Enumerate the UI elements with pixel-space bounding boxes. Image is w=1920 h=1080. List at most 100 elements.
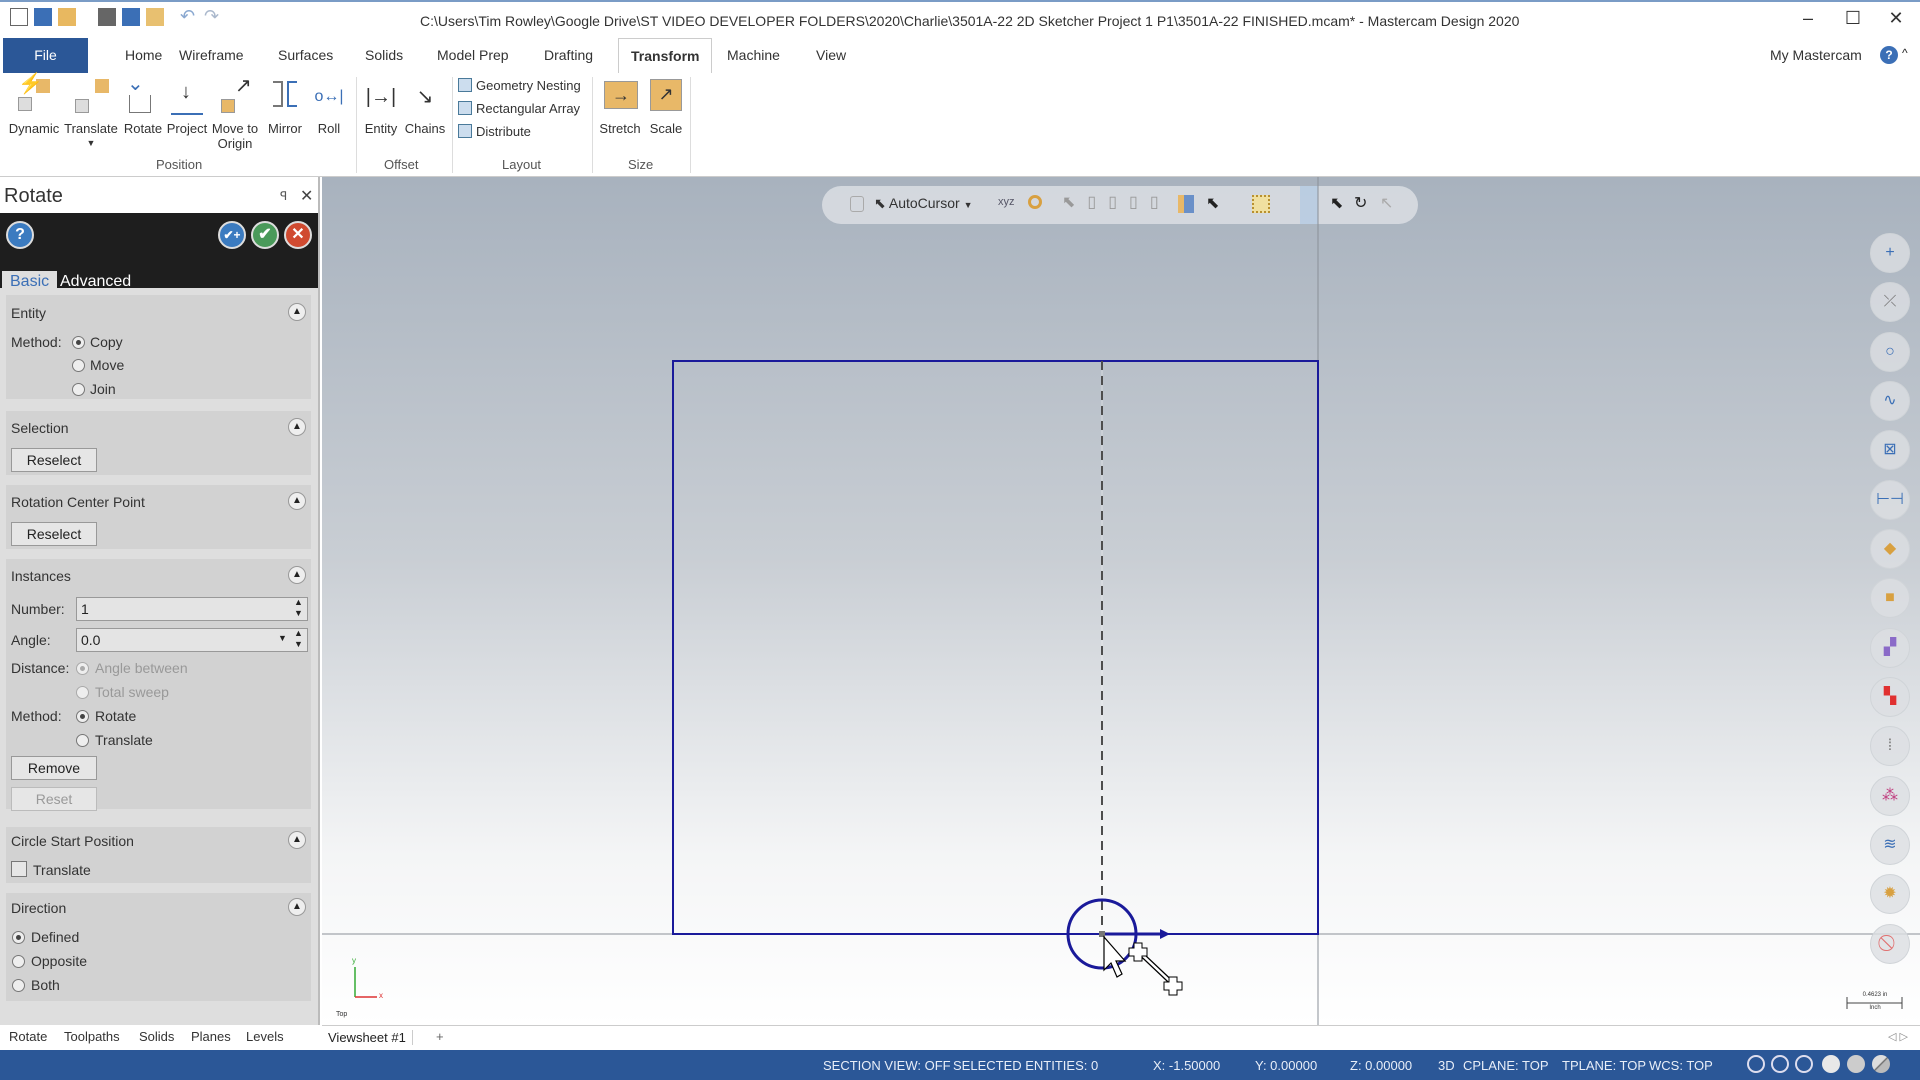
layers-icon[interactable]: ≋ [1870, 825, 1910, 865]
reselect-selection-button[interactable]: Reselect [11, 448, 97, 472]
dropdown-arrow-icon[interactable]: ▼ [62, 136, 120, 151]
collapse-icon[interactable]: ▲ [288, 898, 306, 916]
rectangle-geometry[interactable] [672, 360, 1319, 935]
ok-and-create-new-button[interactable]: ✔+ [218, 221, 246, 249]
collapse-icon[interactable]: ▲ [288, 303, 306, 321]
rotate-button[interactable]: ⌄ Rotate [120, 74, 166, 136]
tab-solids[interactable]: Solids [353, 38, 415, 73]
shaded-icon[interactable] [1822, 1055, 1840, 1073]
clear-icon[interactable]: ⃠ [1870, 924, 1910, 964]
collapse-icon[interactable]: ▲ [288, 566, 306, 584]
tab-wireframe[interactable]: Wireframe [167, 38, 256, 73]
radio-rotate[interactable] [76, 710, 89, 723]
translucency-icon[interactable] [1872, 1055, 1890, 1073]
project-button[interactable]: ↓ Project [166, 77, 208, 136]
distribute-button[interactable]: Distribute [458, 122, 531, 142]
save-as-icon[interactable] [122, 8, 140, 26]
surface-icon[interactable]: ⊠ [1870, 430, 1910, 470]
ok-button[interactable]: ✔ [251, 221, 279, 249]
shaded-edges-icon[interactable] [1847, 1055, 1865, 1073]
radio-both[interactable] [12, 979, 25, 992]
radio-total-sweep[interactable] [76, 686, 89, 699]
add-viewsheet-button[interactable]: + [436, 1029, 444, 1044]
radio-move[interactable] [72, 359, 85, 372]
settings-icon[interactable]: ✹ [1870, 874, 1910, 914]
radio-translate[interactable] [76, 734, 89, 747]
help-icon[interactable]: ? [1880, 46, 1898, 64]
solid-icon[interactable]: ◆ [1870, 529, 1910, 569]
undo-icon[interactable]: ↶ [180, 6, 195, 27]
tplane-status[interactable]: TPLANE: TOP [1562, 1058, 1646, 1073]
angle-input[interactable]: 0.0 [76, 628, 308, 652]
add-point-icon[interactable]: + [1870, 233, 1910, 273]
circle-icon[interactable]: ○ [1870, 332, 1910, 372]
manager-tab-planes[interactable]: Planes [191, 1029, 231, 1044]
tab-model-prep[interactable]: Model Prep [425, 38, 521, 73]
hidden-line-icon[interactable] [1771, 1055, 1789, 1073]
translate-button[interactable]: Translate ▼ [62, 77, 120, 151]
points-style-icon[interactable]: ⁂ [1870, 776, 1910, 816]
panel-close-button[interactable]: ✕ [300, 186, 313, 206]
radio-angle-between[interactable] [76, 662, 89, 675]
number-spinner-icon[interactable]: ▲ ▼ [294, 597, 303, 619]
collapse-icon[interactable]: ▲ [288, 831, 306, 849]
roll-button[interactable]: o↔| Roll [308, 77, 350, 136]
line-icon[interactable]: ⤫ [1870, 282, 1910, 322]
shaded-outline-icon[interactable] [1795, 1055, 1813, 1073]
dimension-icon[interactable]: ⊢⊣ [1870, 480, 1910, 520]
tab-home[interactable]: Home [113, 38, 174, 73]
translate-checkbox[interactable] [11, 861, 27, 877]
collapse-icon[interactable]: ▲ [288, 418, 306, 436]
manager-tab-levels[interactable]: Levels [246, 1029, 284, 1044]
tab-advanced[interactable]: Advanced [52, 271, 139, 293]
new-file-icon[interactable] [10, 8, 28, 26]
manager-tab-rotate[interactable]: Rotate [9, 1029, 47, 1044]
mirror-button[interactable]: Mirror [262, 77, 308, 136]
manager-tab-toolpaths[interactable]: Toolpaths [64, 1029, 120, 1044]
attributes-icon[interactable]: ⁞ [1870, 726, 1910, 766]
dynamic-button[interactable]: ⚡ Dynamic [6, 74, 62, 136]
reset-button[interactable]: Reset [11, 787, 97, 811]
help-button[interactable]: ? [6, 221, 34, 249]
tab-file[interactable]: File [3, 38, 88, 73]
reselect-center-button[interactable]: Reselect [11, 522, 97, 546]
rectangular-array-button[interactable]: Rectangular Array [458, 99, 580, 119]
tab-transform[interactable]: Transform [618, 38, 713, 73]
section-view-status[interactable]: SECTION VIEW: OFF [823, 1058, 951, 1073]
radio-opposite[interactable] [12, 955, 25, 968]
level-color-icon[interactable]: ▞ [1870, 628, 1910, 668]
my-mastercam-link[interactable]: My Mastercam [1770, 38, 1862, 73]
angle-spinner-icon[interactable]: ▲ ▼ [294, 628, 303, 650]
close-button[interactable]: ✕ [1881, 8, 1911, 29]
wcs-status[interactable]: WCS: TOP [1649, 1058, 1713, 1073]
viewsheet-tab[interactable]: Viewsheet #1 [328, 1030, 413, 1045]
maximize-button[interactable]: ☐ [1838, 8, 1868, 29]
print-icon[interactable] [98, 8, 116, 26]
mode-toggle[interactable]: 3D [1438, 1058, 1455, 1073]
move-to-origin-button[interactable]: ↗ Move to Origin [208, 76, 262, 151]
save-icon[interactable] [34, 8, 52, 26]
tab-drafting[interactable]: Drafting [532, 38, 605, 73]
cplane-status[interactable]: CPLANE: TOP [1463, 1058, 1549, 1073]
offset-chains-button[interactable]: ↘ Chains [402, 77, 448, 136]
remove-button[interactable]: Remove [11, 756, 97, 780]
scroll-arrows-icon[interactable]: ◁ ▷ [1888, 1030, 1908, 1043]
geometry-nesting-button[interactable]: Geometry Nesting [458, 76, 581, 96]
collapse-icon[interactable]: ▲ [288, 492, 306, 510]
manager-tab-solids[interactable]: Solids [139, 1029, 174, 1044]
radio-defined[interactable] [12, 931, 25, 944]
tab-surfaces[interactable]: Surfaces [266, 38, 345, 73]
tab-machine[interactable]: Machine [715, 38, 792, 73]
stretch-button[interactable]: → Stretch [596, 77, 644, 136]
scale-button[interactable]: ↗ Scale [644, 77, 688, 136]
number-input[interactable]: 1 [76, 597, 308, 621]
collapse-ribbon-icon[interactable]: ^ [1902, 46, 1908, 60]
redo-icon[interactable]: ↷ [204, 6, 219, 27]
offset-entity-button[interactable]: |→| Entity [360, 77, 402, 136]
box-icon[interactable]: ■ [1870, 578, 1910, 618]
cancel-button[interactable]: ✕ [284, 221, 312, 249]
tab-basic[interactable]: Basic [2, 271, 58, 293]
angle-dropdown-icon[interactable]: ▼ [278, 633, 287, 643]
spline-icon[interactable]: ∿ [1870, 381, 1910, 421]
graphics-viewport[interactable]: ⬉ AutoCursor ▼ xyz ⬉▯▯▯▯ ⬉ ⬉ ↻ ↖ y x Top… [322, 177, 1920, 1025]
